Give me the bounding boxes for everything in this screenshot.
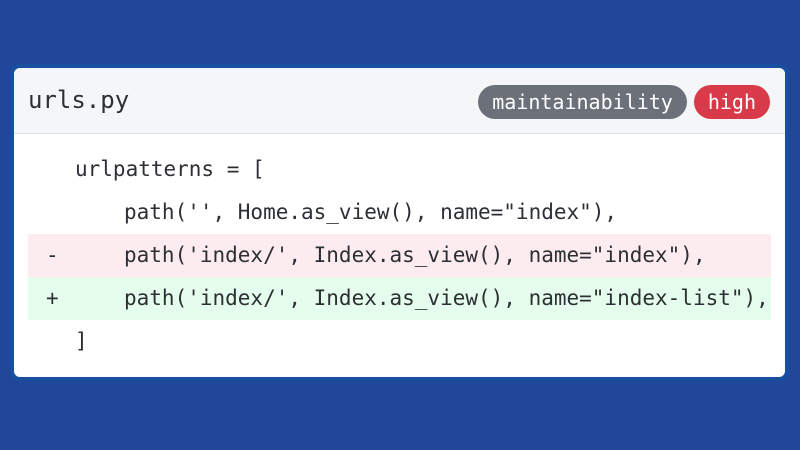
badge-group: maintainability high — [478, 85, 770, 119]
code-text: urlpatterns = [ — [75, 157, 265, 181]
diff-marker-added: + — [46, 286, 59, 310]
file-name: urls.py — [28, 86, 130, 114]
code-diff: urlpatterns = [ path('', Home.as_view(),… — [14, 134, 785, 363]
code-text: ] — [75, 329, 88, 353]
code-line-context: urlpatterns = [ — [28, 148, 771, 191]
card-header: urls.py maintainability high — [14, 68, 785, 134]
severity-badge: high — [693, 85, 770, 119]
code-line-removed: - path('index/', Index.as_view(), name="… — [28, 234, 771, 277]
code-text: path('index/', Index.as_view(), name="in… — [124, 286, 769, 310]
code-line-context: ] — [28, 320, 771, 363]
code-line-added: + path('index/', Index.as_view(), name="… — [28, 277, 771, 320]
code-text: path('index/', Index.as_view(), name="in… — [124, 243, 706, 267]
diff-marker-removed: - — [46, 243, 59, 267]
category-badge: maintainability — [478, 85, 687, 119]
code-text: path('', Home.as_view(), name="index"), — [124, 200, 618, 224]
code-line-context: path('', Home.as_view(), name="index"), — [28, 191, 771, 234]
code-review-card: urls.py maintainability high urlpatterns… — [14, 68, 785, 377]
